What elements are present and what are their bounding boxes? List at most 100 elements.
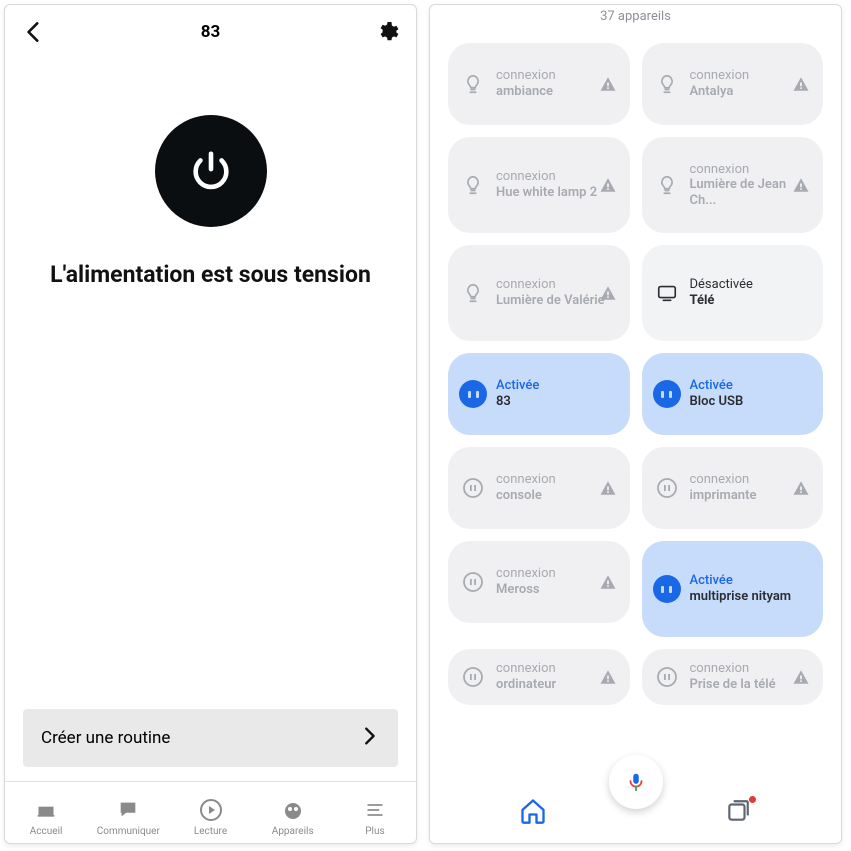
device-tile-text: ActivéeBloc USB (690, 378, 744, 409)
device-tile[interactable]: connexionimprimante (642, 447, 824, 529)
device-tile[interactable]: connexionLumière de Valérie (448, 245, 630, 341)
warning-icon (791, 175, 811, 195)
device-tile[interactable]: Activée83 (448, 353, 630, 435)
device-tile[interactable]: connexionMeross (448, 541, 630, 623)
device-state-label: connexion (496, 472, 556, 488)
device-tile-text: DésactivéeTélé (690, 277, 753, 308)
device-state-label: connexion (496, 169, 597, 185)
device-name-label: Prise de la télé (690, 677, 776, 693)
alexa-tabbar: Accueil Communiquer Lecture Appareils (5, 781, 416, 843)
device-name-label: imprimante (690, 488, 757, 504)
device-state-label: connexion (496, 566, 556, 582)
tab-accueil[interactable]: Accueil (5, 797, 87, 837)
device-tile[interactable]: DésactivéeTélé (642, 245, 824, 341)
device-state-label: connexion (690, 68, 750, 84)
device-state-label: connexion (496, 661, 556, 677)
device-tile-text: connexionHue white lamp 2 (496, 169, 597, 200)
outlet-on-icon (458, 379, 488, 409)
nav-home[interactable] (518, 796, 548, 826)
outlet-icon (652, 662, 682, 692)
device-tile-text: connexionPrise de la télé (690, 661, 776, 692)
device-state-label: connexion (496, 277, 605, 293)
bulb-icon (458, 278, 488, 308)
settings-button[interactable] (374, 19, 400, 45)
device-name-label: Antalya (690, 84, 750, 100)
device-state-label: Activée (690, 378, 744, 394)
device-tile-text: connexionconsole (496, 472, 556, 503)
outlet-icon (458, 473, 488, 503)
tab-lecture[interactable]: Lecture (169, 797, 251, 837)
device-tile-text: connexionLumière de Valérie (496, 277, 605, 308)
device-name-label: Meross (496, 582, 556, 598)
tab-label: Appareils (272, 826, 314, 837)
device-state-label: Activée (690, 573, 792, 589)
device-grid: connexionambianceconnexionAntalyaconnexi… (430, 29, 841, 705)
device-tile-text: connexionAntalya (690, 68, 750, 99)
assistant-mic-button[interactable] (609, 755, 663, 809)
tab-label: Communiquer (97, 826, 160, 837)
power-status-label: L'alimentation est sous tension (38, 261, 383, 288)
device-tile[interactable]: connexionAntalya (642, 43, 824, 125)
bulb-icon (458, 69, 488, 99)
device-tile[interactable]: ActivéeBloc USB (642, 353, 824, 435)
warning-icon (791, 478, 811, 498)
warning-icon (598, 478, 618, 498)
alexa-app: 83 L'alimentation est sous tension Créer… (4, 4, 417, 844)
device-tile-text: connexionordinateur (496, 661, 556, 692)
device-tile[interactable]: connexionordinateur (448, 649, 630, 705)
device-state-label: Activée (496, 378, 539, 394)
tv-icon (652, 278, 682, 308)
device-name-label: multiprise nityam (690, 589, 792, 605)
outlet-icon (458, 662, 488, 692)
outlet-on-icon (652, 379, 682, 409)
device-state-label: connexion (690, 472, 757, 488)
power-toggle[interactable] (155, 115, 267, 227)
device-name-label: Télé (690, 293, 753, 309)
google-home-tabbar (430, 779, 841, 843)
device-name-label: Lumière de Valérie (496, 293, 605, 309)
device-state-label: connexion (690, 661, 776, 677)
device-name-label: ordinateur (496, 677, 556, 693)
device-tile[interactable]: connexionHue white lamp 2 (448, 137, 630, 233)
back-button[interactable] (21, 19, 47, 45)
device-tile-text: connexionambiance (496, 68, 556, 99)
devices-icon (280, 797, 306, 823)
bulb-icon (652, 69, 682, 99)
tab-label: Plus (365, 826, 384, 837)
warning-icon (791, 74, 811, 94)
menu-icon (362, 797, 388, 823)
device-name-label: 83 (496, 394, 539, 410)
chevron-right-icon (358, 725, 380, 752)
device-state-label: Désactivée (690, 277, 753, 293)
tab-plus[interactable]: Plus (334, 797, 416, 837)
device-tile[interactable]: connexionPrise de la télé (642, 649, 824, 705)
outlet-on-icon (652, 574, 682, 604)
warning-icon (598, 572, 618, 592)
tab-appareils[interactable]: Appareils (252, 797, 334, 837)
device-tile-text: Activéemultiprise nityam (690, 573, 792, 604)
warning-icon (598, 283, 618, 303)
device-tile[interactable]: Activéemultiprise nityam (642, 541, 824, 637)
device-tile[interactable]: connexionambiance (448, 43, 630, 125)
notification-dot-icon (749, 796, 756, 803)
create-routine-button[interactable]: Créer une routine (23, 709, 398, 767)
play-icon (198, 797, 224, 823)
alexa-header: 83 (5, 5, 416, 59)
tab-communiquer[interactable]: Communiquer (87, 797, 169, 837)
device-tile-text: connexionMeross (496, 566, 556, 597)
device-tile-text: connexionimprimante (690, 472, 757, 503)
warning-icon (598, 74, 618, 94)
outlet-icon (458, 567, 488, 597)
warning-icon (598, 175, 618, 195)
device-tile[interactable]: connexionconsole (448, 447, 630, 529)
nav-feed[interactable] (723, 796, 753, 826)
home-icon (33, 797, 59, 823)
device-count-label: 37 appareils (430, 5, 841, 29)
create-routine-label: Créer une routine (41, 728, 170, 748)
bulb-icon (652, 170, 682, 200)
device-name-label: Hue white lamp 2 (496, 185, 597, 201)
warning-icon (598, 667, 618, 687)
device-state-label: connexion (496, 68, 556, 84)
device-tile[interactable]: connexionLumière de Jean Ch... (642, 137, 824, 233)
alexa-main: L'alimentation est sous tension (5, 59, 416, 709)
